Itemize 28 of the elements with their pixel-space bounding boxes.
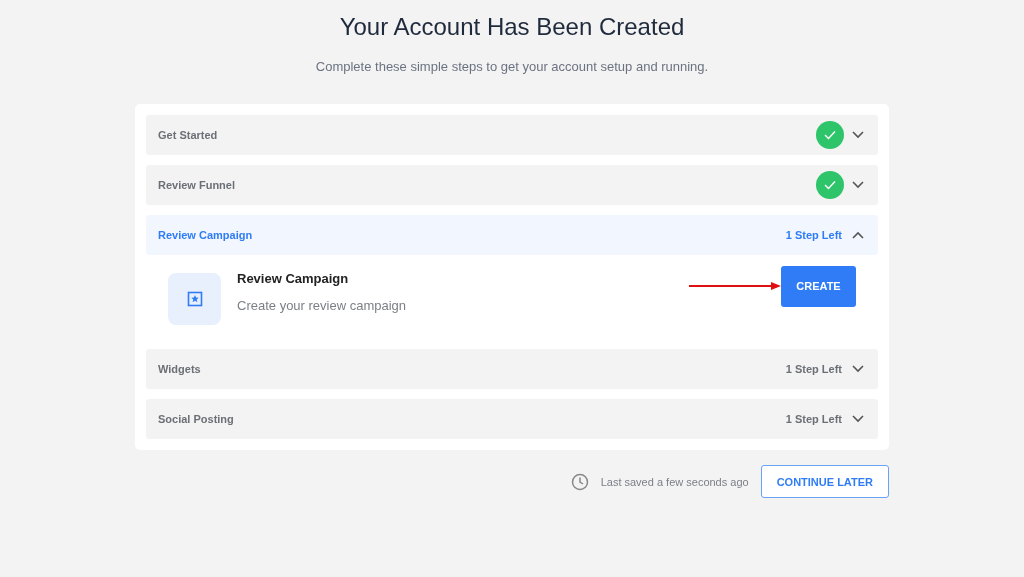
- section-header[interactable]: Review Campaign 1 Step Left: [146, 215, 878, 255]
- section-title: Review Campaign: [158, 229, 254, 241]
- section-header[interactable]: Get Started: [146, 115, 878, 155]
- steps-left: 1 Step Left: [785, 413, 842, 425]
- section-title: Get Started: [158, 129, 219, 141]
- task-description: Create your review campaign: [237, 298, 408, 313]
- chevron-down-icon: [852, 181, 864, 189]
- check-icon: [816, 121, 844, 149]
- section-header[interactable]: Social Posting 1 Step Left: [146, 399, 878, 439]
- continue-later-button[interactable]: CONTINUE LATER: [760, 465, 889, 498]
- chevron-down-icon: [852, 415, 864, 423]
- section-header[interactable]: Review Funnel: [146, 165, 878, 205]
- check-icon: [816, 171, 844, 199]
- chevron-down-icon: [852, 365, 864, 373]
- task-title: Review Campaign: [237, 271, 350, 286]
- section-title: Review Funnel: [158, 179, 237, 191]
- last-saved-text: Last saved a few seconds ago: [600, 475, 749, 488]
- chevron-down-icon: [852, 131, 864, 139]
- section-header[interactable]: Widgets 1 Step Left: [146, 349, 878, 389]
- page-subtitle: Complete these simple steps to get your account setup and running.: [315, 59, 709, 74]
- create-button[interactable]: CREATE: [781, 265, 856, 307]
- section-title: Social Posting: [158, 413, 235, 425]
- page-title: Your Account Has Been Created: [339, 12, 685, 42]
- steps-left: 1 Step Left: [785, 229, 842, 241]
- chevron-up-icon: [852, 231, 864, 239]
- steps-left: 1 Step Left: [785, 363, 842, 375]
- section-title: Widgets: [158, 363, 202, 375]
- clock-icon: [570, 472, 589, 491]
